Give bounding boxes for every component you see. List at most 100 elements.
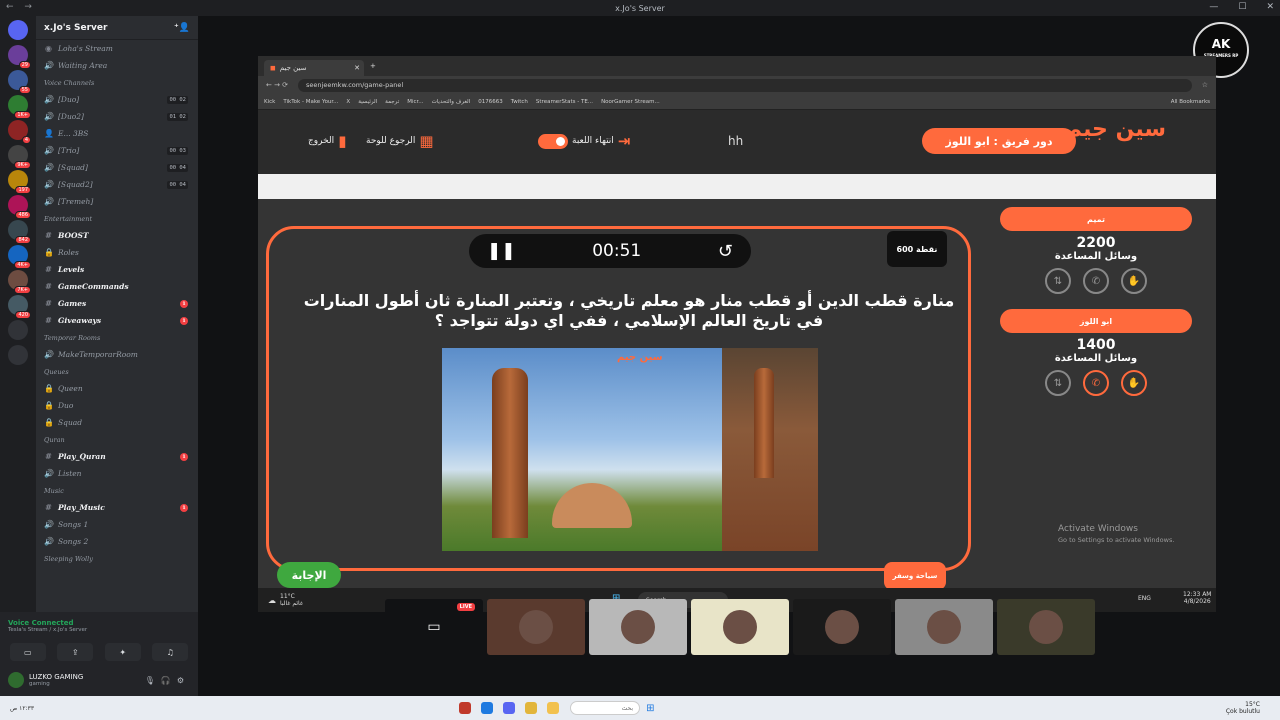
channel-category[interactable]: Temporar Rooms bbox=[36, 329, 198, 346]
voice-substatus[interactable]: Tesla's Stream / x.Jo's Server bbox=[8, 627, 87, 633]
channel-item[interactable]: # Levels bbox=[36, 261, 198, 278]
phone-icon[interactable]: ✆ bbox=[1083, 268, 1109, 294]
channel-item[interactable]: 🔒 Duo bbox=[36, 397, 198, 414]
add-server-icon[interactable] bbox=[8, 320, 28, 340]
bookmark-item[interactable]: الغرف والتحديات bbox=[432, 99, 471, 105]
end-game-toggle[interactable] bbox=[538, 133, 568, 149]
add-member-icon[interactable]: ⁺👤 bbox=[174, 23, 190, 33]
bookmark-item[interactable]: NoorGamer Stream... bbox=[601, 99, 660, 105]
bookmark-item[interactable]: Micr... bbox=[407, 99, 423, 105]
server-icon[interactable]: 9K+ bbox=[8, 145, 31, 169]
participant-tile[interactable] bbox=[997, 599, 1095, 655]
bookmark-item[interactable]: Kick bbox=[264, 99, 275, 105]
discord-home-icon[interactable] bbox=[8, 20, 28, 40]
server-icon[interactable]: 1K+ bbox=[8, 95, 31, 119]
pause-icon[interactable]: ❚❚ bbox=[487, 241, 516, 261]
channel-item[interactable]: ◉ Loha's Stream bbox=[36, 40, 198, 57]
server-icon[interactable]: 486 bbox=[8, 195, 31, 219]
close-icon[interactable]: ✕ bbox=[1266, 2, 1274, 12]
browser-tab[interactable]: ◼ سين جيم ✕ bbox=[264, 60, 364, 76]
exit-button[interactable]: الخروج ▮ bbox=[308, 132, 346, 150]
activities-icon[interactable]: ✦ bbox=[104, 643, 141, 661]
window-controls[interactable]: — ☐ ✕ bbox=[1209, 2, 1274, 12]
screenshare-icon[interactable]: ⇪ bbox=[57, 643, 94, 661]
participant-tile[interactable] bbox=[895, 599, 993, 655]
channel-item[interactable]: # Giveaways 1 bbox=[36, 312, 198, 329]
phone-icon[interactable]: ✆ bbox=[1083, 370, 1109, 396]
channel-item[interactable]: 🔒 Queen bbox=[36, 380, 198, 397]
channel-item[interactable]: 🔒 Roles bbox=[36, 244, 198, 261]
channel-item[interactable]: 🔊 [Squad] 00 04 bbox=[36, 159, 198, 176]
bookmark-item[interactable]: ترجمة bbox=[385, 99, 399, 105]
channel-item[interactable]: 🔊 Waiting Area bbox=[36, 57, 198, 74]
participant-tile[interactable] bbox=[487, 599, 585, 655]
camera-icon[interactable]: ▭ bbox=[9, 643, 46, 661]
channel-item[interactable]: # BOOST bbox=[36, 227, 198, 244]
minimize-icon[interactable]: — bbox=[1209, 2, 1218, 12]
os-search[interactable]: بحث bbox=[570, 701, 641, 715]
avatar[interactable] bbox=[8, 672, 24, 688]
bookmark-item[interactable]: 0176663 bbox=[478, 99, 503, 105]
participant-tile[interactable] bbox=[589, 599, 687, 655]
channel-item[interactable]: 🔊 [Squad2] 00 04 bbox=[36, 176, 198, 193]
window-nav-arrows[interactable]: ← → bbox=[6, 2, 36, 12]
answer-button[interactable]: الإجابة bbox=[277, 562, 341, 588]
bookmark-item[interactable]: TikTok - Make Your... bbox=[283, 99, 338, 105]
bookmark-item[interactable]: الرئيسية bbox=[358, 99, 377, 105]
channel-item[interactable]: # Play_Music 1 bbox=[36, 499, 198, 516]
server-icon[interactable]: 29 bbox=[8, 45, 31, 69]
soundboard-icon[interactable]: ♫ bbox=[152, 643, 189, 661]
channel-item[interactable]: 🔒 Squad bbox=[36, 414, 198, 431]
channel-category[interactable]: Voice Channels bbox=[36, 74, 198, 91]
hand-icon[interactable]: ✋ bbox=[1121, 370, 1147, 396]
channel-item[interactable]: 🔊 Songs 2 bbox=[36, 533, 198, 550]
channel-item[interactable]: 🔊 Songs 1 bbox=[36, 516, 198, 533]
end-game-control[interactable]: انتهاء اللعبة ⇥ bbox=[538, 132, 630, 150]
participant-tile[interactable] bbox=[691, 599, 789, 655]
bookmark-star-icon[interactable]: ☆ bbox=[1202, 81, 1208, 89]
app-icon[interactable] bbox=[459, 702, 472, 714]
bookmark-item[interactable]: StreamerStats - TE... bbox=[536, 99, 593, 105]
server-icon[interactable]: 842 bbox=[8, 220, 31, 244]
chrome-icon[interactable] bbox=[525, 702, 538, 714]
channel-item[interactable]: 🔊 MakeTemporarRoom bbox=[36, 346, 198, 363]
server-icon[interactable]: 4K+ bbox=[8, 245, 31, 269]
channel-item[interactable]: 🔊 Listen bbox=[36, 465, 198, 482]
shared-screen[interactable]: ◼ سين جيم ✕ + ← → ⟳ seenjeemkw.com/game-… bbox=[258, 56, 1216, 612]
swap-icon[interactable]: ⇅ bbox=[1045, 268, 1071, 294]
channel-item[interactable]: # Play_Quran 1 bbox=[36, 448, 198, 465]
windows-start-icon[interactable]: ⊞ bbox=[646, 703, 654, 714]
maximize-icon[interactable]: ☐ bbox=[1238, 2, 1246, 12]
url-field[interactable]: seenjeemkw.com/game-panel bbox=[298, 78, 1192, 92]
channel-item[interactable]: # Games 1 bbox=[36, 295, 198, 312]
server-icon[interactable]: 197 bbox=[8, 170, 31, 194]
new-tab-icon[interactable]: + bbox=[370, 62, 376, 70]
reset-timer-icon[interactable]: ↺ bbox=[718, 241, 733, 262]
bookmark-item[interactable]: X bbox=[346, 99, 350, 105]
discover-icon[interactable] bbox=[8, 345, 28, 365]
channel-item[interactable]: 🔊 [Duo] 00 02 bbox=[36, 91, 198, 108]
channel-item[interactable]: 👤 E... 3BS bbox=[36, 125, 198, 142]
channel-item[interactable]: 🔊 [Tremeh] bbox=[36, 193, 198, 210]
nav-back-icon[interactable]: ← → ⟳ bbox=[266, 81, 288, 89]
channel-category[interactable]: Queues bbox=[36, 363, 198, 380]
server-icon[interactable]: 55 bbox=[8, 70, 31, 94]
channel-category[interactable]: Entertainment bbox=[36, 210, 198, 227]
screen-share-tile[interactable]: ▭ LIVE bbox=[385, 599, 483, 655]
bookmark-item[interactable]: All Bookmarks bbox=[1171, 99, 1210, 105]
swap-icon[interactable]: ⇅ bbox=[1045, 370, 1071, 396]
mic-headset-settings-icon[interactable]: 🎙🎧⚙ bbox=[145, 676, 190, 685]
explorer-icon[interactable] bbox=[547, 702, 560, 714]
channel-item[interactable]: 🔊 [Duo2] 01 02 bbox=[36, 108, 198, 125]
edge-icon[interactable] bbox=[481, 702, 494, 714]
server-icon[interactable]: 420 bbox=[8, 295, 31, 319]
hand-icon[interactable]: ✋ bbox=[1121, 268, 1147, 294]
back-to-board-button[interactable]: الرجوع للوحة ▦ bbox=[366, 132, 434, 150]
server-icon[interactable]: 7K+ bbox=[8, 270, 31, 294]
participant-tile[interactable] bbox=[793, 599, 891, 655]
discord-icon[interactable] bbox=[503, 702, 516, 714]
user-panel[interactable]: LUZKO GAMING gaming 🎙🎧⚙ bbox=[0, 664, 198, 696]
tab-close-icon[interactable]: ✕ bbox=[354, 64, 360, 72]
channel-item[interactable]: # GameCommands bbox=[36, 278, 198, 295]
channel-category[interactable]: Music bbox=[36, 482, 198, 499]
